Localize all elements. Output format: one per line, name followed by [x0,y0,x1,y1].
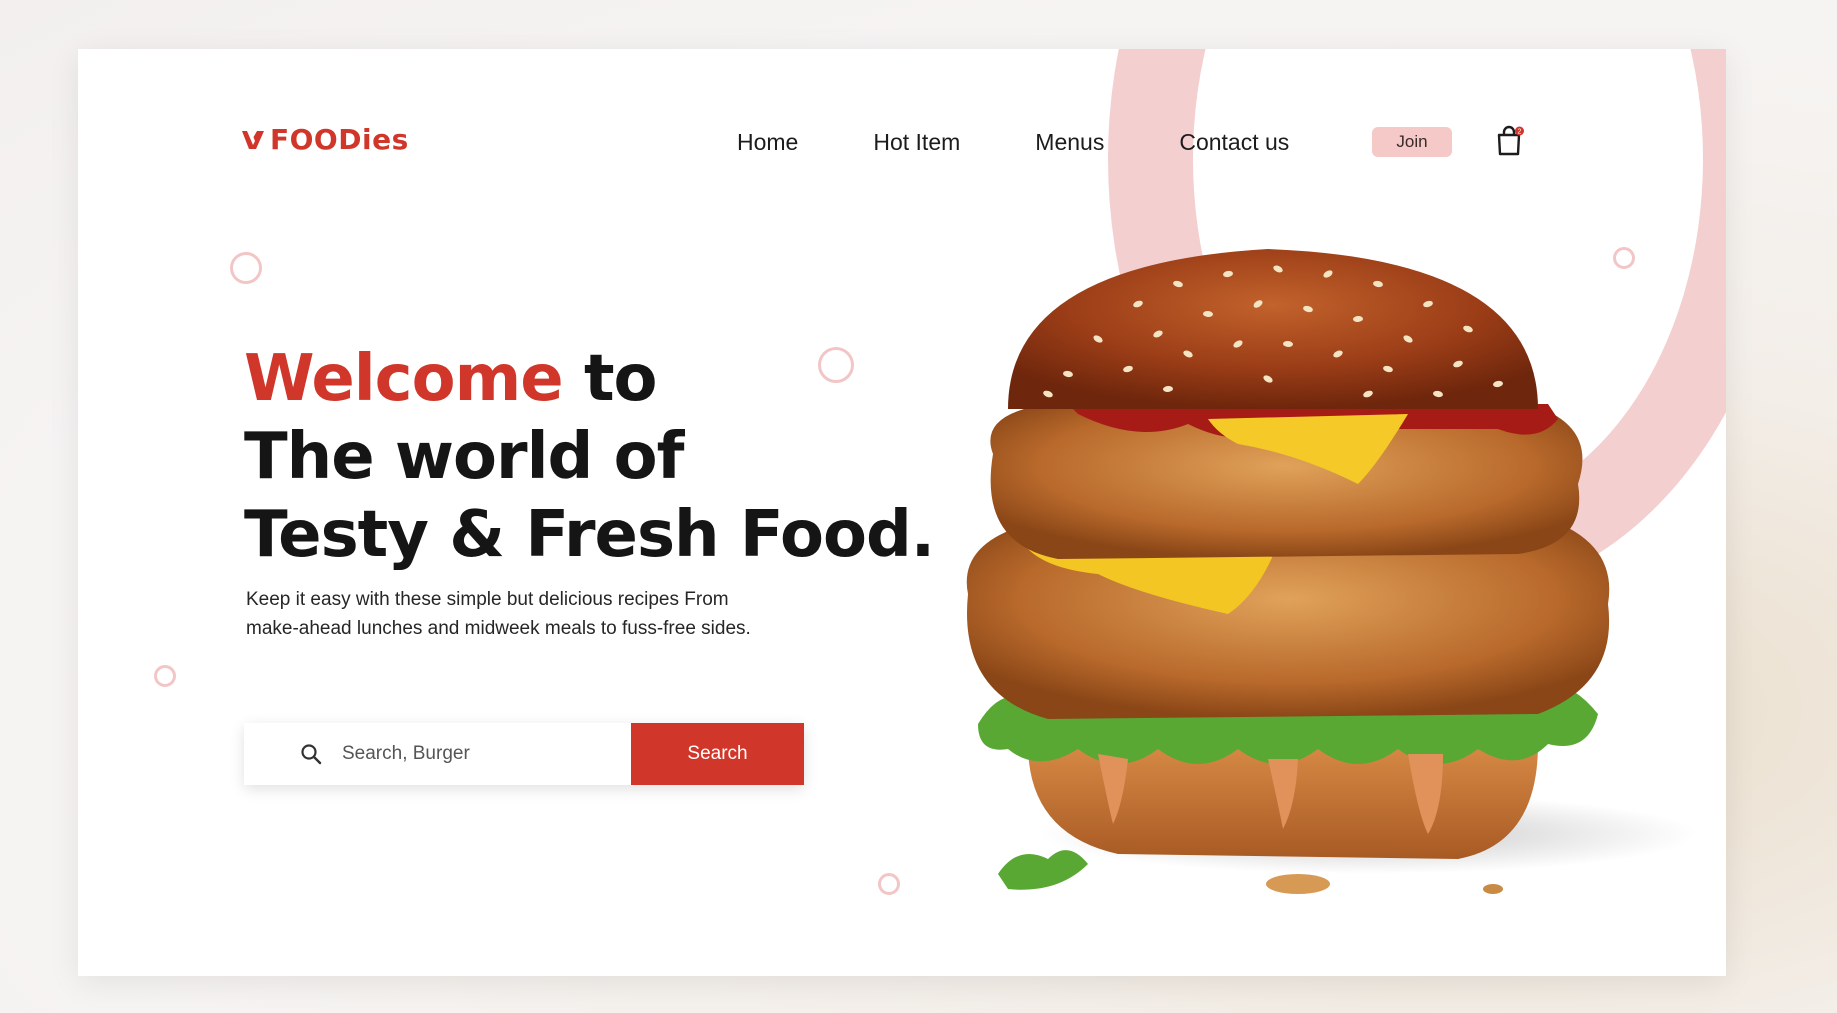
hero-title: Welcome to The world of Testy & Fresh Fo… [244,340,935,574]
search-bar: Search [244,723,804,785]
join-button[interactable]: Join [1372,127,1452,157]
nav-link-hot-item[interactable]: Hot Item [873,129,960,156]
nav-link-contact[interactable]: Contact us [1179,129,1289,156]
hero-title-accent: Welcome [244,342,564,416]
hero-title-line1: to [562,342,658,416]
decorative-circle [230,252,262,284]
hero-title-line3: Testy & Fresh Food. [244,498,935,572]
cart-badge: 2 [1518,129,1522,136]
nav-link-home[interactable]: Home [737,129,798,156]
chevron-logo-icon [242,130,264,149]
search-field [244,723,631,785]
decorative-circle [154,665,176,687]
nav-link-menus[interactable]: Menus [1035,129,1104,156]
hero-description: Keep it easy with these simple but delic… [246,589,751,639]
brand-logo[interactable]: FOODies [242,123,409,156]
decorative-circle [878,873,900,895]
brand-name: FOODies [270,123,409,156]
burger-image [966,249,1698,894]
shopping-bag-icon[interactable]: 2 [1495,125,1525,157]
hero-title-line2: The world of [244,420,684,494]
search-icon [301,744,322,765]
search-input[interactable] [340,742,604,766]
search-button[interactable]: Search [631,723,804,785]
landing-page-card: FOODies Home Hot Item Menus Contact us J… [78,49,1726,976]
main-nav: Home Hot Item Menus Contact us [737,129,1364,156]
